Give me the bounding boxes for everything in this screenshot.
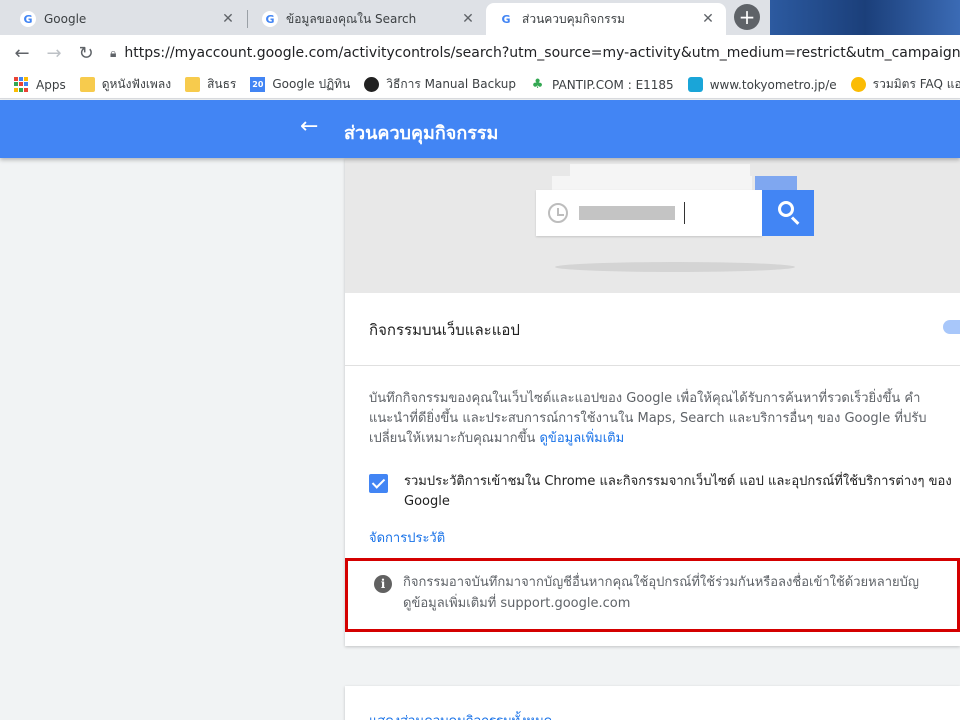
smile-icon (850, 77, 866, 92)
tab-divider (247, 10, 248, 28)
bookmark-label: ดูหนังฟังเพลง (101, 77, 172, 91)
illustration-caret (684, 202, 685, 224)
illustration-ghost-row (552, 176, 752, 190)
tab-search-data[interactable]: G ข้อมูลของคุณใน Search ✕ (250, 3, 486, 35)
cactus-icon: ♣ (531, 77, 544, 92)
close-icon[interactable]: ✕ (220, 11, 236, 27)
tab-title: ข้อมูลของคุณใน Search (286, 11, 417, 26)
search-icon-handle (790, 216, 800, 225)
reload-icon[interactable]: ↻ (70, 37, 102, 69)
google-favicon-icon: G (262, 11, 278, 27)
folder-icon (79, 77, 95, 92)
new-tab-button[interactable]: + (734, 4, 760, 30)
google-favicon-icon: G (20, 11, 36, 27)
close-icon[interactable]: ✕ (460, 11, 476, 27)
bookmark-label: Google ปฏิทิน (272, 77, 351, 91)
illustration-ghost-button (755, 176, 797, 190)
search-illustration (345, 158, 960, 293)
address-url: https://myaccount.google.com/activitycon… (124, 45, 960, 61)
bookmark-label: Apps (36, 77, 66, 92)
tab-activity-controls[interactable]: G ส่วนควบคุมกิจกรรม ✕ (486, 3, 726, 35)
bookmarks-bar: Apps ดูหนังฟังเพลง สินธร 20 Google ปฏิทิ… (0, 71, 960, 99)
bookmark-google-calendar[interactable]: 20 Google ปฏิทิน (250, 75, 350, 94)
activity-toggle[interactable] (943, 320, 960, 334)
learn-more-link[interactable]: ดูข้อมูลเพิ่มเติม (539, 431, 624, 446)
address-bar[interactable]: 🔒︎ https://myaccount.google.com/activity… (110, 38, 960, 68)
illustration-query-bar (579, 206, 675, 220)
tab-title: ส่วนควบคุมกิจกรรม (522, 11, 625, 26)
bookmark-folder-music[interactable]: ดูหนังฟังเพลง (79, 75, 172, 94)
bookmark-label: www.tokyometro.jp/e (709, 77, 837, 92)
divider (345, 365, 960, 366)
section-description: บันทึกกิจกรรมของคุณในเว็บไซต์และแอปของ G… (369, 389, 939, 449)
bookmark-manual-backup[interactable]: วิธีการ Manual Backup (364, 75, 516, 94)
page-content: กิจกรรมบนเว็บและแอป บันทึกกิจกรรมของคุณใ… (0, 158, 960, 720)
info-text: กิจกรรมอาจบันทึกมาจากบัญชีอื่นหากคุณใช้อ… (403, 572, 960, 614)
lock-icon: 🔒︎ (110, 45, 117, 60)
browser-toolbar: ← → ↻ 🔒︎ https://myaccount.google.com/ac… (0, 35, 960, 71)
page-title: ส่วนควบคุมกิจกรรม (344, 123, 499, 144)
close-icon[interactable]: ✕ (700, 11, 716, 27)
app-header: ← ส่วนควบคุมกิจกรรม (0, 100, 960, 158)
bookmark-label: วิธีการ Manual Backup (386, 77, 517, 91)
bookmark-pantip[interactable]: ♣ PANTIP.COM : E1185 (530, 77, 674, 92)
bookmark-folder-sinthorn[interactable]: สินธร (185, 75, 236, 94)
bookmark-apps[interactable]: Apps (14, 77, 66, 92)
info-icon: i (374, 575, 392, 593)
info-notice: i กิจกรรมอาจบันทึกมาจากบัญชีอื่นหากคุณใช… (345, 558, 960, 632)
site-icon (364, 77, 380, 92)
back-arrow-icon[interactable]: ← (300, 114, 318, 139)
tab-title: Google (44, 12, 87, 26)
all-controls-card: แสดงส่วนควบคุมกิจกรรมทั้งหมด (345, 686, 960, 720)
search-icon (778, 201, 794, 217)
forward-arrow-icon[interactable]: → (38, 37, 70, 69)
bookmark-tokyometro[interactable]: www.tokyometro.jp/e (687, 77, 837, 92)
tab-strip: G Google ✕ G ข้อมูลของคุณใน Search ✕ G ส… (0, 0, 960, 35)
back-arrow-icon[interactable]: ← (6, 37, 38, 69)
tab-google[interactable]: G Google ✕ (8, 3, 246, 35)
include-chrome-history-checkbox[interactable] (369, 474, 388, 493)
info-line: กิจกรรมอาจบันทึกมาจากบัญชีอื่นหากคุณใช้อ… (403, 575, 919, 590)
illustration-ghost-row (570, 164, 750, 176)
illustration-search-button (762, 190, 814, 236)
bookmark-label: PANTIP.COM : E1185 (552, 77, 674, 92)
activity-card: กิจกรรมบนเว็บและแอป บันทึกกิจกรรมของคุณใ… (345, 158, 960, 646)
folder-icon (185, 77, 201, 92)
google-favicon-icon: G (498, 11, 514, 27)
show-all-controls-link[interactable]: แสดงส่วนควบคุมกิจกรรมทั้งหมด (369, 710, 552, 720)
clock-icon (548, 203, 568, 223)
window-background-image (770, 0, 960, 35)
bookmark-label: สินธร (207, 77, 237, 91)
calendar-icon: 20 (250, 77, 266, 92)
bookmark-label: รวมมิตร FAQ แอร์เอเชีย (872, 77, 960, 91)
section-title: กิจกรรมบนเว็บและแอป (369, 321, 520, 339)
info-line-support[interactable]: ดูข้อมูลเพิ่มเติมที่ support.google.com (403, 593, 960, 614)
metro-icon (687, 77, 703, 92)
bookmark-airasia-faq[interactable]: รวมมิตร FAQ แอร์เอเชีย (850, 75, 960, 94)
checkbox-label: รวมประวัติการเข้าชมใน Chrome และกิจกรรมจ… (404, 474, 952, 509)
description-text: บันทึกกิจกรรมของคุณในเว็บไซต์และแอปของ G… (369, 391, 927, 446)
illustration-searchbox (536, 190, 762, 236)
manage-history-link[interactable]: จัดการประวัติ (369, 527, 445, 548)
apps-grid-icon (14, 77, 29, 92)
illustration-shadow (555, 262, 795, 272)
